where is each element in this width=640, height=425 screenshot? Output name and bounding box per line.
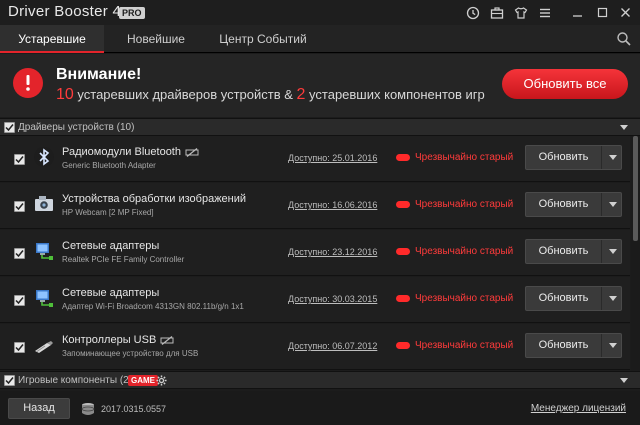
game-components-section-header[interactable]: Игровые компоненты (2) GAME	[0, 371, 640, 389]
update-all-button[interactable]: Обновить все	[502, 69, 628, 99]
menu-icon[interactable]	[536, 4, 554, 21]
update-button[interactable]: Обновить	[525, 286, 622, 311]
list-scrollbar[interactable]	[631, 136, 640, 372]
driver-name: Устройства обработки изображений	[62, 193, 247, 205]
driver-status: Чрезвычайно старый	[415, 199, 514, 210]
driver-name: Контроллеры USB	[62, 334, 174, 346]
close-icon[interactable]	[616, 4, 634, 21]
title-bar: Driver Booster 4.3 PRO	[0, 0, 640, 25]
update-button[interactable]: Обновить	[525, 333, 622, 358]
driver-checkbox[interactable]	[14, 201, 25, 212]
driver-available-date[interactable]: Доступно: 23.12.2016	[288, 247, 377, 257]
license-manager-link[interactable]: Менеджер лицензий	[531, 403, 626, 414]
scrollbar-thumb[interactable]	[633, 136, 638, 241]
tab-bar: Устаревшие Новейшие Центр Событий	[0, 25, 640, 53]
driver-device: Запоминающее устройство для USB	[62, 349, 199, 358]
unsigned-driver-icon	[160, 335, 174, 345]
alert-message: 10 устаревших драйверов устройств & 2 ус…	[56, 86, 485, 103]
database-version-icon	[81, 403, 95, 415]
driver-available-date[interactable]: Доступно: 25.01.2016	[288, 153, 377, 163]
update-button[interactable]: Обновить	[525, 145, 622, 170]
driver-name: Сетевые адаптеры	[62, 287, 160, 299]
driver-row: Сетевые адаптеры Адаптер Wi-Fi Broadcom …	[0, 277, 630, 323]
tab-outdated[interactable]: Устаревшие	[0, 25, 104, 53]
maximize-icon[interactable]	[593, 4, 611, 21]
update-dropdown-caret-icon[interactable]	[601, 146, 622, 169]
driver-status: Чрезвычайно старый	[415, 293, 514, 304]
driver-checkbox[interactable]	[14, 248, 25, 259]
driver-checkbox[interactable]	[14, 154, 25, 165]
network-icon	[36, 243, 53, 260]
status-indicator	[396, 248, 410, 255]
driver-row: Сетевые адаптеры Realtek PCIe FE Family …	[0, 230, 630, 276]
update-dropdown-caret-icon[interactable]	[601, 193, 622, 216]
outdated-drivers-count: 10	[56, 86, 74, 103]
collapse-caret-icon[interactable]	[620, 378, 628, 383]
driver-device: Generic Bluetooth Adapter	[62, 161, 156, 170]
drivers-section-header[interactable]: Драйверы устройств (10)	[0, 118, 640, 136]
camera-icon	[35, 196, 53, 211]
driver-device: HP Webcam [2 MP Fixed]	[62, 208, 154, 217]
update-button-label[interactable]: Обновить	[526, 193, 601, 216]
history-icon[interactable]	[464, 4, 482, 21]
driver-checkbox[interactable]	[14, 342, 25, 353]
driver-row: Контроллеры USB Запоминающее устройство …	[0, 324, 630, 370]
driver-available-date[interactable]: Доступно: 30.03.2015	[288, 294, 377, 304]
driver-device: Realtek PCIe FE Family Controller	[62, 255, 185, 264]
update-dropdown-caret-icon[interactable]	[601, 287, 622, 310]
status-indicator	[396, 295, 410, 302]
build-version: 2017.0315.0557	[101, 404, 167, 414]
warning-icon	[13, 68, 43, 98]
driver-device: Адаптер Wi-Fi Broadcom 4313GN 802.11b/g/…	[62, 302, 244, 311]
update-button[interactable]: Обновить	[525, 239, 622, 264]
status-indicator	[396, 342, 410, 349]
driver-status: Чрезвычайно старый	[415, 340, 514, 351]
usb-icon	[35, 341, 53, 353]
update-dropdown-caret-icon[interactable]	[601, 240, 622, 263]
driver-list: Радиомодули Bluetooth Generic Bluetooth …	[0, 136, 630, 372]
driver-row: Радиомодули Bluetooth Generic Bluetooth …	[0, 136, 630, 182]
alert-title: Внимание!	[56, 66, 142, 83]
drivers-section-checkbox[interactable]	[4, 122, 15, 133]
app-title: Driver Booster 4.3	[8, 3, 130, 20]
back-button[interactable]: Назад	[8, 398, 70, 419]
driver-status: Чрезвычайно старый	[415, 246, 514, 257]
drivers-section-label: Драйверы устройств (10)	[18, 122, 135, 133]
driver-name: Сетевые адаптеры	[62, 240, 160, 252]
driver-available-date[interactable]: Доступно: 06.07.2012	[288, 341, 377, 351]
gear-icon[interactable]	[156, 375, 167, 386]
minimize-icon[interactable]	[568, 4, 586, 21]
footer: Назад 2017.0315.0557 Менеджер лицензий	[0, 391, 640, 425]
bluetooth-icon	[34, 147, 54, 167]
update-button-label[interactable]: Обновить	[526, 334, 601, 357]
driver-name: Радиомодули Bluetooth	[62, 146, 199, 158]
update-button[interactable]: Обновить	[525, 192, 622, 217]
tab-action-center[interactable]: Центр Событий	[208, 25, 318, 53]
pro-badge: PRO	[119, 7, 145, 19]
driver-available-date[interactable]: Доступно: 16.06.2016	[288, 200, 377, 210]
driver-status: Чрезвычайно старый	[415, 152, 514, 163]
game-components-checkbox[interactable]	[4, 375, 15, 386]
skin-shirt-icon[interactable]	[512, 4, 530, 21]
alert-panel: Внимание! 10 устаревших драйверов устрой…	[0, 54, 640, 117]
unsigned-driver-icon	[185, 147, 199, 157]
driver-checkbox[interactable]	[14, 295, 25, 306]
game-components-label: Игровые компоненты (2)	[18, 375, 133, 386]
collapse-caret-icon[interactable]	[620, 125, 628, 130]
update-dropdown-caret-icon[interactable]	[601, 334, 622, 357]
search-icon[interactable]	[616, 31, 632, 47]
update-button-label[interactable]: Обновить	[526, 146, 601, 169]
update-button-label[interactable]: Обновить	[526, 287, 601, 310]
tab-uptodate[interactable]: Новейшие	[104, 25, 208, 53]
status-indicator	[396, 154, 410, 161]
status-indicator	[396, 201, 410, 208]
game-badge: GAME	[128, 375, 158, 386]
network-icon	[36, 290, 53, 307]
driver-row: Устройства обработки изображений HP Webc…	[0, 183, 630, 229]
toolbox-icon[interactable]	[488, 4, 506, 21]
update-button-label[interactable]: Обновить	[526, 240, 601, 263]
